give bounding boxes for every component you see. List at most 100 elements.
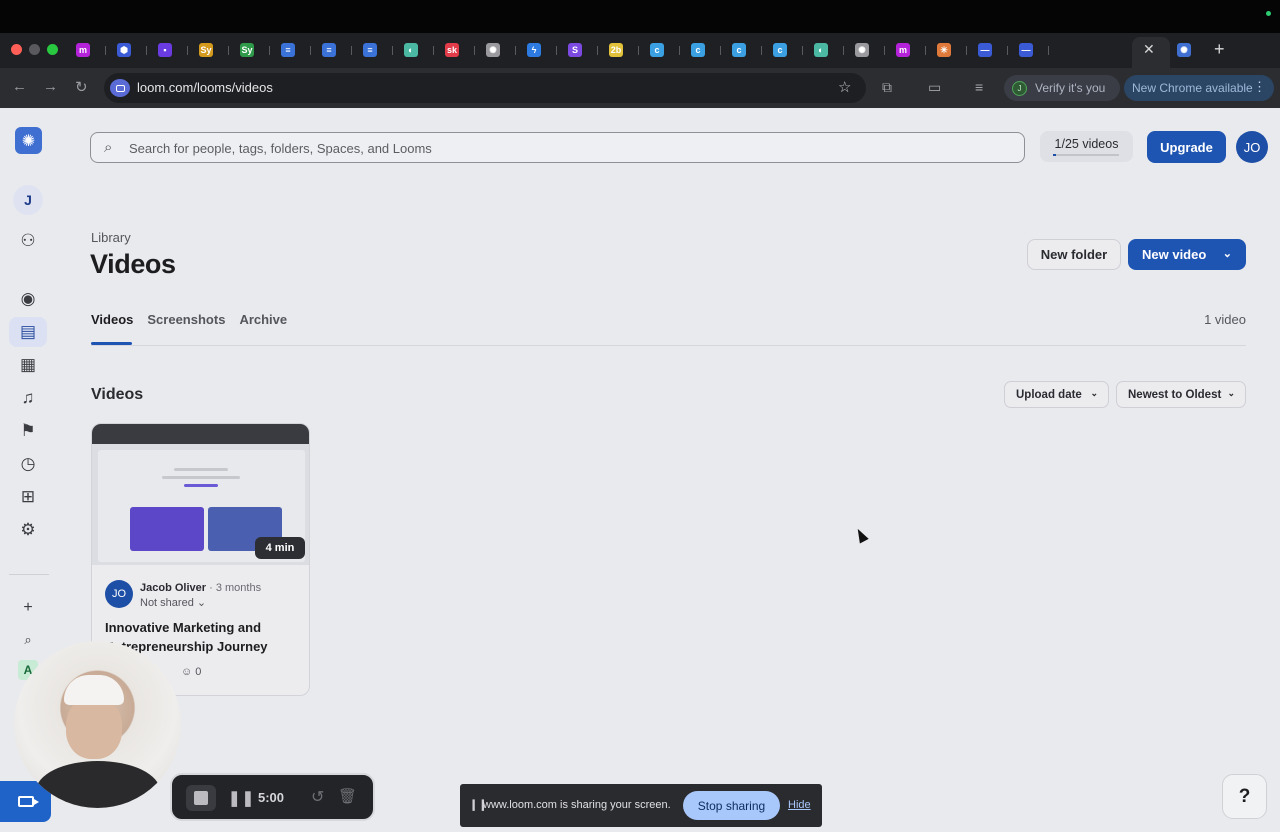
stop-sharing-button[interactable]: Stop sharing — [683, 791, 780, 820]
search-icon[interactable]: ⌕ — [17, 629, 39, 651]
bookmark-icon[interactable]: ⚑ — [17, 420, 39, 442]
tab-separator — [1007, 46, 1008, 55]
video-quota[interactable]: 1/25 videos — [1040, 131, 1133, 162]
mouse-cursor — [853, 526, 869, 544]
minimize-window-button[interactable] — [29, 44, 40, 55]
bell-icon[interactable]: ♫ — [17, 387, 39, 409]
shield-icon[interactable]: ⬢ — [117, 43, 131, 57]
thumbnail-browser-chrome — [92, 424, 309, 444]
camera-bubble[interactable] — [14, 641, 181, 808]
maximize-window-button[interactable] — [47, 44, 58, 55]
back-icon[interactable]: ← — [12, 78, 27, 95]
tab-separator — [1048, 46, 1049, 55]
profile-icon[interactable]: ◉ — [17, 288, 39, 310]
leaf-icon[interactable]: ◐ — [404, 43, 418, 57]
sharing-status[interactable]: Not shared ⌄ — [140, 596, 206, 609]
author-line: Jacob Oliver · 3 months — [140, 582, 261, 594]
new-folder-button[interactable]: New folder — [1027, 239, 1121, 270]
calendar-icon[interactable]: ▦ — [17, 354, 39, 376]
media-icon[interactable]: ≡ — [975, 79, 983, 95]
quota-label: 1/25 videos — [1054, 137, 1119, 151]
url-text[interactable]: loom.com/looms/videos — [137, 80, 273, 95]
tab-separator — [638, 46, 639, 55]
share-message: www.loom.com is sharing your screen. — [483, 799, 671, 811]
docs-icon-3[interactable]: ≡ — [363, 43, 377, 57]
claude-icon[interactable]: ✳ — [937, 43, 951, 57]
tab-separator — [966, 46, 967, 55]
c-icon-2[interactable]: c — [691, 43, 705, 57]
help-button[interactable]: ? — [1222, 774, 1267, 819]
new-video-button[interactable]: New video ⌄ — [1128, 239, 1246, 270]
section-title: Videos — [91, 386, 144, 403]
sy-icon[interactable]: Sy — [199, 43, 213, 57]
loom-tab-icon[interactable]: ✺ — [1177, 43, 1191, 57]
forward-icon[interactable]: → — [43, 78, 58, 95]
hide-link[interactable]: Hide — [788, 799, 811, 811]
site-info-icon[interactable] — [110, 79, 130, 97]
new-tab-icon[interactable]: + — [1214, 39, 1225, 60]
search-input[interactable] — [129, 137, 1009, 159]
library-icon[interactable]: ▤ — [9, 317, 47, 347]
breadcrumb[interactable]: Library — [91, 230, 131, 245]
docs-icon[interactable]: ≡ — [281, 43, 295, 57]
status-dot — [1266, 11, 1271, 16]
sort-order-dropdown[interactable]: Newest to Oldest ⌄ — [1116, 381, 1246, 408]
openai-icon[interactable]: ✺ — [486, 43, 500, 57]
profile-avatar: J — [1012, 80, 1027, 96]
settings-gear-icon[interactable]: ⚙ — [17, 519, 39, 541]
pause-icon[interactable]: ❚❚ — [228, 789, 255, 807]
video-thumbnail[interactable]: 4 min — [92, 424, 309, 565]
bolt-icon[interactable]: ϟ — [527, 43, 541, 57]
tab-separator — [474, 46, 475, 55]
loom-logo-icon[interactable]: ✺ — [15, 127, 42, 154]
bookmark-star-icon[interactable]: ☆ — [838, 78, 851, 96]
reload-icon[interactable]: ↻ — [75, 78, 88, 96]
recording-timer: 5:00 — [258, 790, 285, 805]
gift-icon[interactable]: ⊞ — [17, 486, 39, 508]
leaf-icon-2[interactable]: ◐ — [814, 43, 828, 57]
tab-close-icon[interactable]: ✕ — [1143, 41, 1155, 58]
clock-icon[interactable]: ◷ — [17, 453, 39, 475]
workspace-avatar[interactable]: J — [13, 185, 43, 215]
m-icon[interactable]: m — [76, 43, 90, 57]
smile-icon: ☺ — [181, 666, 193, 678]
square-icon[interactable]: ▪ — [158, 43, 172, 57]
page-title: Videos — [90, 249, 176, 279]
dash-icon[interactable]: — — [978, 43, 992, 57]
upgrade-button[interactable]: Upgrade — [1147, 131, 1226, 163]
user-avatar[interactable]: JO — [1236, 131, 1268, 163]
s-icon[interactable]: S — [568, 43, 582, 57]
add-icon[interactable]: + — [17, 597, 39, 619]
menu-dots-icon[interactable]: ⋮ — [1253, 79, 1266, 95]
docs-icon-2[interactable]: ≡ — [322, 43, 336, 57]
tab-archive[interactable]: Archive — [239, 312, 287, 327]
sy-icon-2[interactable]: Sy — [240, 43, 254, 57]
update-chrome-button[interactable]: New Chrome available ⋮ — [1124, 75, 1274, 101]
stop-recording-button[interactable] — [186, 785, 216, 811]
m-icon-2[interactable]: m — [896, 43, 910, 57]
sort-field-dropdown[interactable]: Upload date ⌄ — [1004, 381, 1109, 408]
c-icon-4[interactable]: c — [773, 43, 787, 57]
openai-icon-2[interactable]: ✺ — [855, 43, 869, 57]
sk-icon[interactable]: sk — [445, 43, 459, 57]
cast-icon[interactable]: ▭ — [928, 79, 941, 96]
thumbnail-line — [174, 468, 228, 471]
2b-icon[interactable]: 2b — [609, 43, 623, 57]
update-label: New Chrome available — [1132, 81, 1253, 95]
c-icon-3[interactable]: c — [732, 43, 746, 57]
dash-icon-2[interactable]: — — [1019, 43, 1033, 57]
search-bar[interactable]: ⌕ — [90, 132, 1025, 163]
extensions-icon[interactable]: ⧉ — [882, 79, 892, 96]
tab-videos[interactable]: Videos — [91, 312, 133, 327]
author-name[interactable]: Jacob Oliver — [140, 582, 206, 594]
tab-separator — [802, 46, 803, 55]
trash-icon[interactable]: 🗑 — [338, 787, 357, 805]
verify-button[interactable]: J Verify it's you — [1004, 75, 1120, 101]
c-icon[interactable]: c — [650, 43, 664, 57]
close-window-button[interactable] — [11, 44, 22, 55]
restart-icon[interactable]: ↺ — [311, 787, 324, 807]
tab-separator — [146, 46, 147, 55]
add-user-icon[interactable]: ⚇ — [17, 230, 39, 252]
tab-screenshots[interactable]: Screenshots — [147, 312, 225, 327]
author-avatar[interactable]: JO — [105, 580, 133, 608]
